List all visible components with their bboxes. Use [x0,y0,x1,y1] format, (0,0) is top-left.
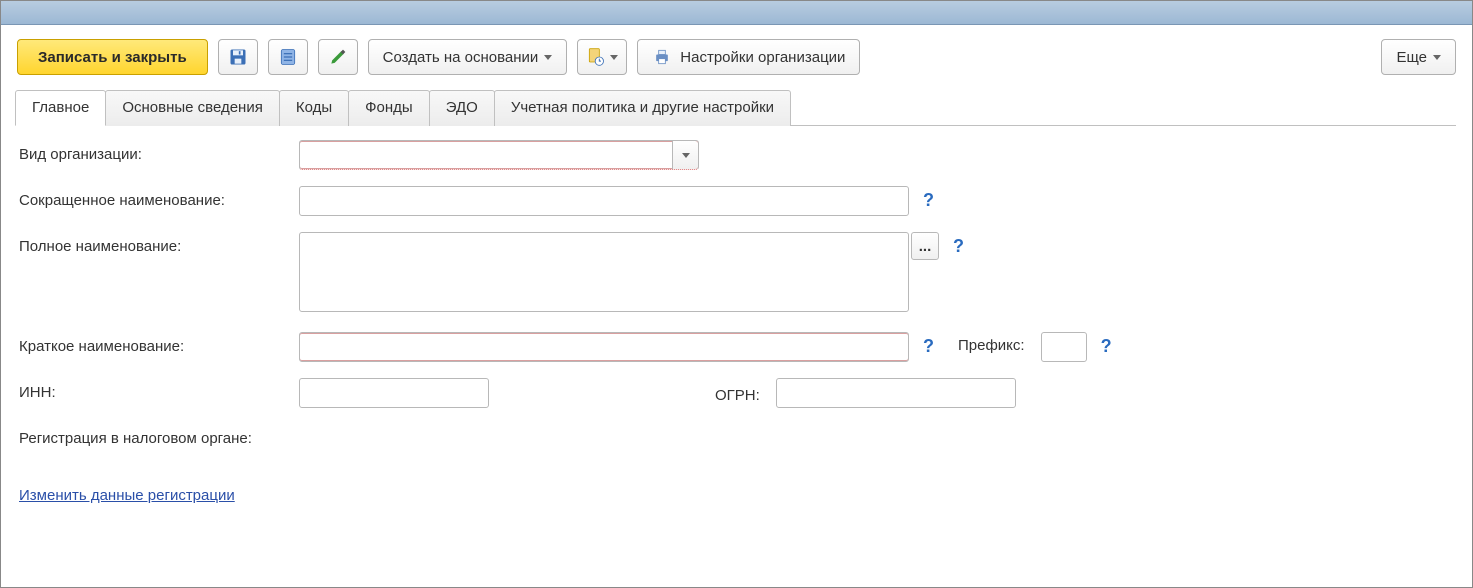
short-name-label: Сокращенное наименование: [19,186,299,209]
ogrn-label: ОГРН: [715,382,768,404]
inn-input[interactable] [299,378,489,408]
org-type-select[interactable] [299,140,699,170]
more-label: Еще [1396,49,1427,66]
save-and-close-button[interactable]: Записать и закрыть [17,39,208,75]
caret-down-icon [682,153,690,158]
tab-accounting-policy[interactable]: Учетная политика и другие настройки [494,90,791,126]
help-icon[interactable]: ? [1101,332,1112,360]
help-icon[interactable]: ? [923,186,934,214]
full-name-label: Полное наименование: [19,232,299,255]
document-clock-icon [586,47,606,67]
dropdown-button[interactable] [672,141,698,169]
tab-codes[interactable]: Коды [279,90,349,126]
window-titlebar [1,1,1472,25]
caret-down-icon [544,55,552,60]
printer-icon [652,47,672,67]
document-time-button[interactable] [577,39,627,75]
toolbar: Записать и закрыть Создать на основании [17,39,1456,75]
caret-down-icon [1433,55,1441,60]
window-content: Записать и закрыть Создать на основании [1,25,1472,504]
save-button[interactable] [218,39,258,75]
prefix-label: Префикс: [942,332,1033,354]
org-settings-button[interactable]: Настройки организации [637,39,860,75]
main-form: Вид организации: Сокращенное наименовани… [17,126,1456,504]
floppy-disk-icon [228,47,248,67]
tab-label: Основные сведения [122,99,263,116]
pen-icon [328,47,348,67]
prefix-input[interactable] [1041,332,1087,362]
tab-label: Учетная политика и другие настройки [511,99,774,116]
brief-name-input[interactable] [299,332,909,362]
org-type-label: Вид организации: [19,140,299,163]
ogrn-input[interactable] [776,378,1016,408]
tab-main[interactable]: Главное [15,90,106,126]
tab-basic-info[interactable]: Основные сведения [105,90,280,126]
tab-label: Главное [32,99,89,116]
caret-down-icon [610,55,618,60]
short-name-input[interactable] [299,186,909,216]
help-icon[interactable]: ? [923,332,934,360]
edit-button[interactable] [318,39,358,75]
change-registration-link[interactable]: Изменить данные регистрации [19,487,235,504]
tab-bar: Главное Основные сведения Коды Фонды ЭДО… [15,89,1456,126]
save-and-close-label: Записать и закрыть [38,49,187,66]
tab-label: Фонды [365,99,413,116]
full-name-wrap: ... [299,232,909,316]
help-icon[interactable]: ? [953,232,964,260]
tab-edo[interactable]: ЭДО [429,90,495,126]
org-settings-label: Настройки организации [680,49,845,66]
list-button[interactable] [268,39,308,75]
tab-label: ЭДО [446,99,478,116]
app-window: Записать и закрыть Создать на основании [0,0,1473,588]
tab-funds[interactable]: Фонды [348,90,430,126]
full-name-expand-button[interactable]: ... [911,232,939,260]
list-icon [278,47,298,67]
org-type-value [300,141,672,169]
more-button[interactable]: Еще [1381,39,1456,75]
create-based-on-label: Создать на основании [383,49,539,66]
create-based-on-button[interactable]: Создать на основании [368,39,568,75]
inn-label: ИНН: [19,378,299,401]
full-name-input[interactable] [299,232,909,312]
tab-label: Коды [296,99,332,116]
tax-registration-label: Регистрация в налоговом органе: [19,424,252,447]
brief-name-label: Краткое наименование: [19,332,299,355]
